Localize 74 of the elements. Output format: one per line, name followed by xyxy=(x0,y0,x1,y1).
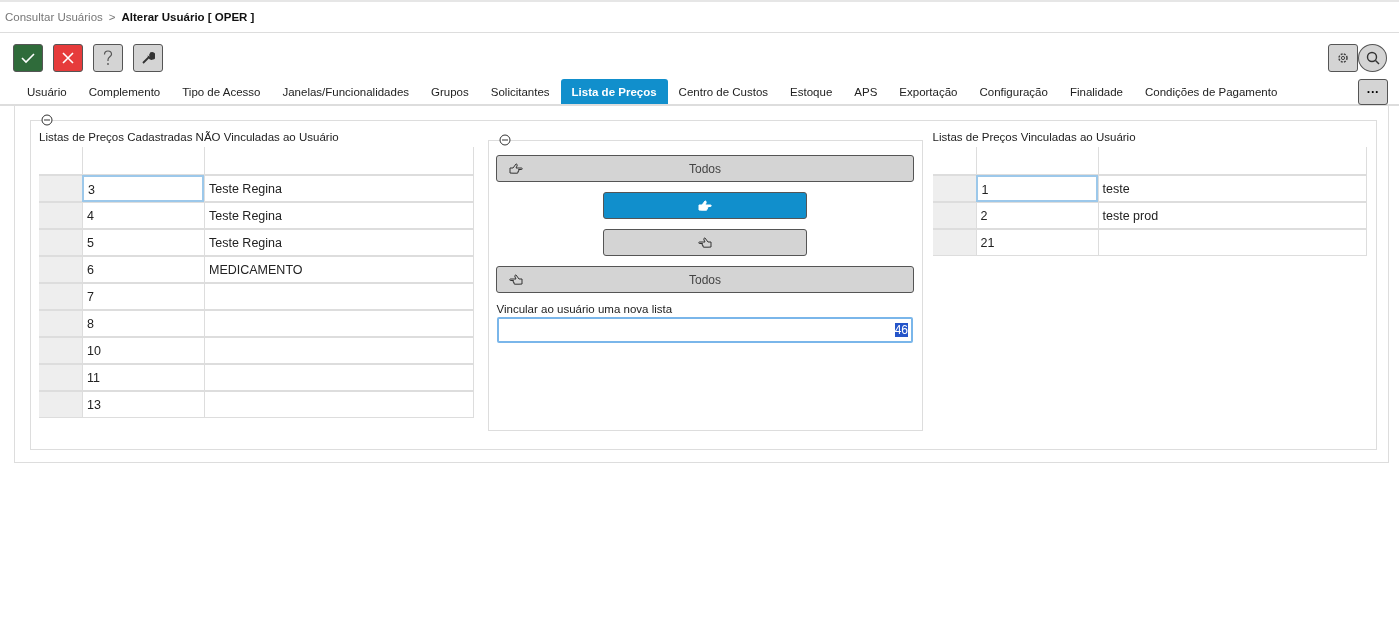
more-button[interactable]: ··· xyxy=(1358,79,1388,105)
table-title: Listas de Preços Cadastradas NÃO Vinculadas ao Usuário xyxy=(39,131,340,145)
help-button[interactable] xyxy=(93,44,123,72)
row-header[interactable] xyxy=(39,229,82,256)
breadcrumb-current: Alterar Usuário [ OPER ] xyxy=(121,11,255,23)
table-title: Listas de Preços Vinculadas ao Usuário xyxy=(932,131,1137,145)
confirm-button[interactable] xyxy=(13,44,43,72)
row-header[interactable] xyxy=(39,310,82,337)
table-cell[interactable]: 10 xyxy=(82,337,204,364)
table-cell: teste prod xyxy=(1097,202,1366,229)
table-cell[interactable]: 11 xyxy=(82,364,204,391)
breadcrumb-separator: > xyxy=(108,11,116,23)
table-cell: Teste Regina xyxy=(204,229,473,256)
move-all-right-button[interactable]: Todos xyxy=(496,155,914,182)
table-cell[interactable]: 6 xyxy=(82,256,204,283)
row-header[interactable] xyxy=(39,283,82,310)
settings-icon xyxy=(1337,52,1349,64)
search-icon xyxy=(1365,51,1380,65)
tab[interactable]: Exportação xyxy=(888,79,969,104)
table-cell: MEDICAMENTO xyxy=(204,256,473,283)
row-header[interactable] xyxy=(39,391,82,418)
tab[interactable]: Configuração xyxy=(968,79,1059,104)
tab[interactable]: Complemento xyxy=(77,79,172,104)
tab[interactable]: Usuário xyxy=(16,79,78,104)
close-icon xyxy=(62,52,74,64)
table-cell[interactable]: 3 xyxy=(82,175,204,202)
move-left-button[interactable] xyxy=(603,229,807,256)
collapse-icon[interactable] xyxy=(498,134,511,146)
question-mark-icon xyxy=(103,50,113,66)
tab[interactable]: Estoque xyxy=(779,79,844,104)
tab[interactable]: Centro de Custos xyxy=(667,79,780,104)
row-header[interactable] xyxy=(39,337,82,364)
check-icon xyxy=(21,52,35,64)
table-cell[interactable]: 21 xyxy=(975,229,1098,256)
tab[interactable]: Solicitantes xyxy=(479,79,561,104)
table-cell[interactable]: 1 xyxy=(975,175,1098,202)
pointing-hand-right-icon xyxy=(698,199,712,212)
tab[interactable]: Lista de Preços xyxy=(560,79,668,104)
settings-button[interactable] xyxy=(1328,44,1358,72)
row-header[interactable] xyxy=(39,202,82,229)
row-header[interactable] xyxy=(39,175,82,202)
field-label: Vincular ao usuário uma nova lista xyxy=(496,303,673,317)
pointing-hand-left-icon xyxy=(509,274,523,286)
search-button[interactable] xyxy=(1358,44,1387,72)
table-cell: Teste Regina xyxy=(204,175,473,202)
table-cell[interactable]: 8 xyxy=(82,310,204,337)
table-cell[interactable]: 7 xyxy=(82,283,204,310)
row-header[interactable] xyxy=(39,364,82,391)
pointing-hand-right-icon xyxy=(509,163,523,175)
table-cell[interactable]: 5 xyxy=(82,229,204,256)
table-cell[interactable]: 13 xyxy=(82,391,204,418)
tab[interactable]: Janelas/Funcionalidades xyxy=(271,79,421,104)
tab[interactable]: Condições de Pagamento xyxy=(1134,79,1289,104)
breadcrumb-link[interactable]: Consultar Usuários xyxy=(5,11,103,23)
cancel-button[interactable] xyxy=(53,44,83,72)
wrench-icon xyxy=(141,51,155,65)
pointing-hand-left-icon xyxy=(698,236,712,249)
row-header[interactable] xyxy=(932,175,976,202)
move-right-button[interactable] xyxy=(603,192,807,219)
table-cell[interactable]: 4 xyxy=(82,202,204,229)
tools-button[interactable] xyxy=(133,44,163,72)
row-header[interactable] xyxy=(932,202,976,229)
tab[interactable]: Grupos xyxy=(420,79,480,104)
tab[interactable]: Tipo de Acesso xyxy=(171,79,272,104)
row-header[interactable] xyxy=(39,256,82,283)
collapse-icon[interactable] xyxy=(41,114,53,126)
input-field[interactable]: 46 xyxy=(497,317,913,343)
row-header[interactable] xyxy=(932,229,976,256)
tab[interactable]: Finalidade xyxy=(1058,79,1134,104)
table-cell: teste xyxy=(1097,175,1366,202)
table-cell: Teste Regina xyxy=(204,202,473,229)
move-all-left-button[interactable]: Todos xyxy=(496,266,914,293)
tab[interactable]: APS xyxy=(843,79,889,104)
table-cell[interactable]: 2 xyxy=(975,202,1098,229)
